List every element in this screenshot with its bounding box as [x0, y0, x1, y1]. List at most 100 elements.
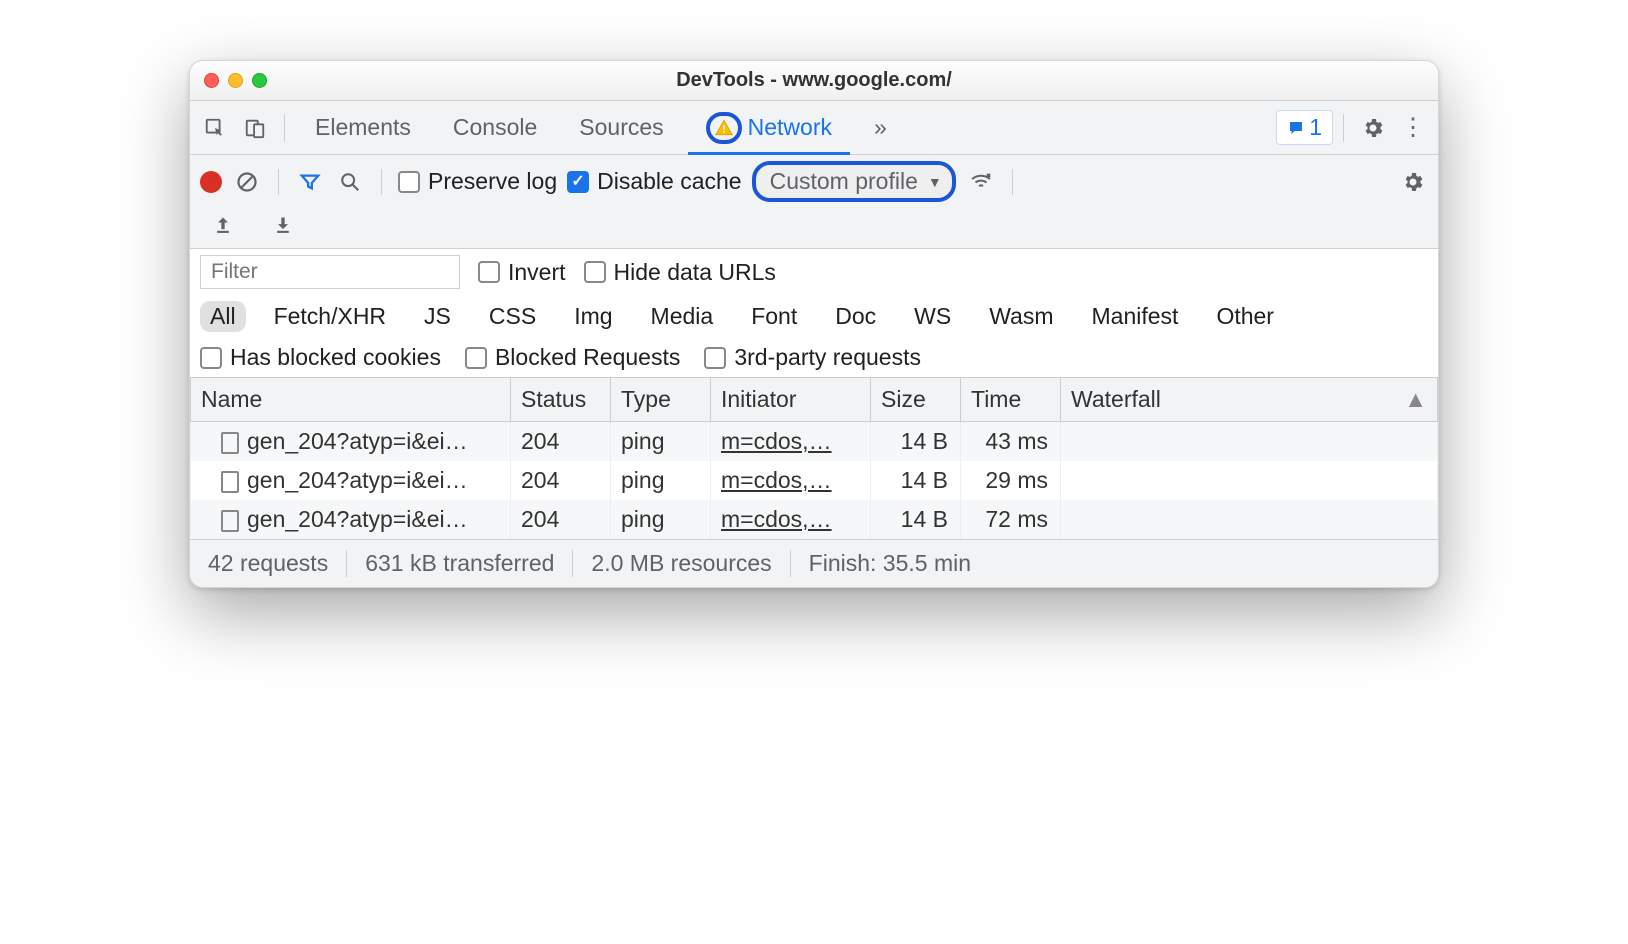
- tabs-overflow[interactable]: »: [854, 101, 907, 154]
- blocked-requests-label: Blocked Requests: [495, 344, 680, 371]
- window-title: DevTools - www.google.com/: [190, 69, 1438, 92]
- hide-data-urls-label: Hide data URLs: [614, 259, 776, 286]
- cell-status: 204: [511, 461, 611, 500]
- col-size[interactable]: Size: [871, 378, 961, 422]
- status-bar: 42 requests 631 kB transferred 2.0 MB re…: [190, 539, 1438, 587]
- filter-font[interactable]: Font: [741, 301, 807, 332]
- divider: [278, 169, 279, 195]
- col-initiator[interactable]: Initiator: [711, 378, 871, 422]
- cell-name: gen_204?atyp=i&ei…: [191, 461, 511, 500]
- record-button[interactable]: [200, 171, 222, 193]
- checkbox-icon: [398, 171, 420, 193]
- settings-icon[interactable]: [1354, 109, 1392, 147]
- table-row[interactable]: gen_204?atyp=i&ei… 204 ping m=cdos,… 14 …: [191, 422, 1438, 462]
- import-export-row: [190, 206, 1438, 249]
- status-transferred: 631 kB transferred: [347, 550, 573, 577]
- tab-elements[interactable]: Elements: [295, 101, 431, 154]
- filter-input[interactable]: [200, 255, 460, 289]
- cell-time: 72 ms: [961, 500, 1061, 539]
- checkbox-icon: [200, 347, 222, 369]
- device-toggle-icon[interactable]: [236, 109, 274, 147]
- network-settings-icon[interactable]: [1398, 167, 1428, 197]
- filter-icon[interactable]: [295, 167, 325, 197]
- cell-initiator[interactable]: m=cdos,…: [711, 422, 871, 462]
- col-waterfall[interactable]: Waterfall▲: [1061, 378, 1438, 422]
- cell-type: ping: [611, 422, 711, 462]
- filter-manifest[interactable]: Manifest: [1082, 301, 1189, 332]
- network-conditions-icon[interactable]: [966, 167, 996, 197]
- cell-time: 29 ms: [961, 461, 1061, 500]
- blocked-cookies-label: Has blocked cookies: [230, 344, 441, 371]
- cell-waterfall: [1061, 500, 1438, 539]
- table-row[interactable]: gen_204?atyp=i&ei… 204 ping m=cdos,… 14 …: [191, 500, 1438, 539]
- maximize-button[interactable]: [252, 73, 267, 88]
- status-finish: Finish: 35.5 min: [791, 550, 989, 577]
- divider: [1343, 114, 1344, 142]
- titlebar: DevTools - www.google.com/: [190, 61, 1438, 101]
- search-icon[interactable]: [335, 167, 365, 197]
- filter-js[interactable]: JS: [414, 301, 461, 332]
- hide-data-urls-checkbox[interactable]: Hide data URLs: [584, 259, 776, 286]
- cell-type: ping: [611, 461, 711, 500]
- table-row[interactable]: gen_204?atyp=i&ei… 204 ping m=cdos,… 14 …: [191, 461, 1438, 500]
- checkbox-icon: [704, 347, 726, 369]
- filter-wasm[interactable]: Wasm: [979, 301, 1063, 332]
- filter-img[interactable]: Img: [564, 301, 622, 332]
- divider: [284, 114, 285, 142]
- inspect-icon[interactable]: [196, 109, 234, 147]
- filter-other[interactable]: Other: [1206, 301, 1284, 332]
- tab-sources[interactable]: Sources: [559, 101, 683, 154]
- filter-row: Invert Hide data URLs: [190, 249, 1438, 295]
- cell-initiator[interactable]: m=cdos,…: [711, 461, 871, 500]
- chevron-down-icon: ▼: [928, 174, 942, 190]
- cell-size: 14 B: [871, 500, 961, 539]
- close-button[interactable]: [204, 73, 219, 88]
- col-time[interactable]: Time: [961, 378, 1061, 422]
- preserve-log-label: Preserve log: [428, 168, 557, 195]
- third-party-label: 3rd-party requests: [734, 344, 921, 371]
- disable-cache-checkbox[interactable]: Disable cache: [567, 168, 741, 195]
- requests-table: Name Status Type Initiator Size Time Wat…: [190, 378, 1438, 539]
- invert-label: Invert: [508, 259, 566, 286]
- tab-network[interactable]: Network: [686, 101, 852, 154]
- filter-fetch-xhr[interactable]: Fetch/XHR: [264, 301, 396, 332]
- filter-ws[interactable]: WS: [904, 301, 961, 332]
- chat-icon: [1287, 119, 1305, 137]
- traffic-lights: [204, 73, 267, 88]
- minimize-button[interactable]: [228, 73, 243, 88]
- upload-icon[interactable]: [208, 210, 238, 240]
- cell-name: gen_204?atyp=i&ei…: [191, 500, 511, 539]
- warning-highlight: [706, 112, 742, 144]
- filter-css[interactable]: CSS: [479, 301, 546, 332]
- clear-icon[interactable]: [232, 167, 262, 197]
- network-toolbar: Preserve log Disable cache Custom profil…: [190, 155, 1438, 206]
- cell-name: gen_204?atyp=i&ei…: [191, 422, 511, 462]
- blocked-requests-checkbox[interactable]: Blocked Requests: [465, 344, 680, 371]
- third-party-checkbox[interactable]: 3rd-party requests: [704, 344, 921, 371]
- filter-doc[interactable]: Doc: [825, 301, 886, 332]
- download-icon[interactable]: [268, 210, 298, 240]
- cell-initiator[interactable]: m=cdos,…: [711, 500, 871, 539]
- cell-status: 204: [511, 500, 611, 539]
- sort-indicator-icon: ▲: [1404, 386, 1427, 413]
- issues-badge[interactable]: 1: [1276, 110, 1333, 145]
- blocked-cookies-checkbox[interactable]: Has blocked cookies: [200, 344, 441, 371]
- throttling-select[interactable]: Custom profile ▼: [752, 161, 956, 202]
- checkbox-icon: [478, 261, 500, 283]
- table-header-row: Name Status Type Initiator Size Time Wat…: [191, 378, 1438, 422]
- document-icon: [221, 432, 239, 454]
- filter-media[interactable]: Media: [641, 301, 724, 332]
- tab-console[interactable]: Console: [433, 101, 557, 154]
- col-status[interactable]: Status: [511, 378, 611, 422]
- checkbox-icon: [567, 171, 589, 193]
- cell-status: 204: [511, 422, 611, 462]
- col-name[interactable]: Name: [191, 378, 511, 422]
- cell-waterfall: [1061, 422, 1438, 462]
- preserve-log-checkbox[interactable]: Preserve log: [398, 168, 557, 195]
- invert-checkbox[interactable]: Invert: [478, 259, 566, 286]
- col-type[interactable]: Type: [611, 378, 711, 422]
- filter-all[interactable]: All: [200, 301, 246, 332]
- tab-network-label: Network: [748, 114, 832, 141]
- cell-size: 14 B: [871, 422, 961, 462]
- more-icon[interactable]: ⋮: [1394, 109, 1432, 147]
